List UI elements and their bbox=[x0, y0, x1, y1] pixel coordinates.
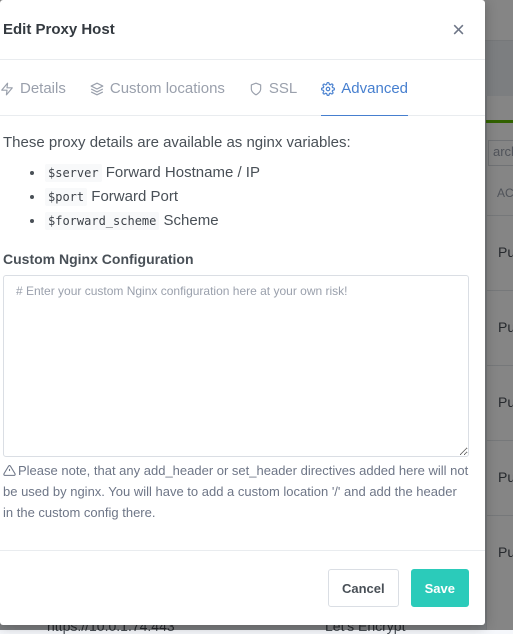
nginx-variables-list: $server Forward Hostname / IP $port Forw… bbox=[3, 163, 469, 231]
custom-config-label: Custom Nginx Configuration bbox=[3, 251, 194, 267]
list-item: $forward_scheme Scheme bbox=[45, 211, 469, 231]
variable-description: Forward Port bbox=[91, 188, 178, 205]
tab-details[interactable]: Details bbox=[0, 60, 66, 116]
close-button[interactable]: × bbox=[452, 18, 465, 41]
variable-code: $server bbox=[45, 164, 102, 182]
gear-icon bbox=[321, 81, 336, 96]
tab-label: SSL bbox=[268, 80, 298, 97]
zap-icon bbox=[1, 82, 13, 95]
list-item: $port Forward Port bbox=[45, 187, 469, 207]
variable-code: $forward_scheme bbox=[45, 212, 160, 230]
note-text: Please note, that any add_header or set_… bbox=[3, 463, 469, 520]
tab-label: Custom locations bbox=[109, 80, 225, 97]
layers-icon bbox=[90, 82, 104, 95]
shield-icon bbox=[250, 82, 262, 95]
modal-title: Edit Proxy Host bbox=[3, 21, 115, 38]
tab-label: Details bbox=[20, 80, 66, 97]
edit-proxy-host-modal: Edit Proxy Host × Details Custom locatio… bbox=[0, 0, 485, 625]
save-button[interactable]: Save bbox=[410, 569, 469, 607]
variable-code: $port bbox=[45, 188, 88, 206]
variable-description: Scheme bbox=[163, 212, 219, 229]
nginx-variables-intro: These proxy details are available as ngi… bbox=[3, 134, 351, 151]
tab-ssl[interactable]: SSL bbox=[249, 60, 297, 116]
modal-footer: Cancel Save bbox=[0, 550, 485, 625]
add-header-note: Please note, that any add_header or set_… bbox=[3, 460, 469, 523]
tab-advanced[interactable]: Advanced bbox=[321, 60, 408, 116]
tab-bar: Details Custom locations SSL Advanced bbox=[0, 60, 485, 116]
list-item: $server Forward Hostname / IP bbox=[45, 163, 469, 183]
advanced-panel: These proxy details are available as ngi… bbox=[0, 116, 485, 523]
tab-label: Advanced bbox=[341, 80, 408, 97]
custom-nginx-config-textarea[interactable] bbox=[3, 275, 469, 457]
tab-custom-locations[interactable]: Custom locations bbox=[90, 60, 225, 116]
variable-description: Forward Hostname / IP bbox=[105, 164, 260, 181]
modal-header: Edit Proxy Host × bbox=[0, 0, 485, 60]
warning-icon bbox=[3, 465, 16, 476]
cancel-button[interactable]: Cancel bbox=[327, 569, 399, 607]
